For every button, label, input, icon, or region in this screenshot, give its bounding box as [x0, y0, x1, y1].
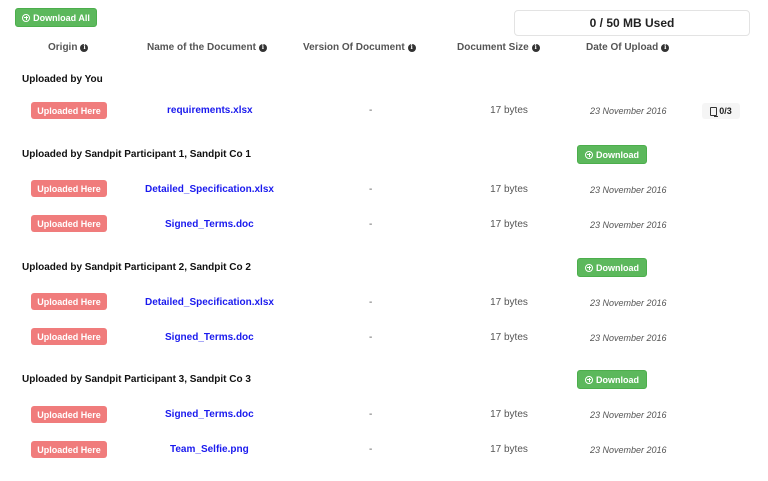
document-size: 17 bytes — [490, 219, 528, 230]
upload-date: 23 November 2016 — [590, 106, 667, 116]
download-group-label: Download — [596, 374, 639, 385]
document-version: - — [369, 444, 373, 455]
info-circle-icon: i — [80, 43, 89, 52]
document-size: 17 bytes — [490, 184, 528, 195]
origin-badge: Uploaded Here — [31, 406, 107, 423]
document-size: 17 bytes — [490, 409, 528, 420]
upload-date: 23 November 2016 — [590, 445, 667, 455]
info-circle-icon: i — [531, 43, 540, 52]
column-header-date: Date Of Upload i — [586, 42, 670, 53]
document-size: 17 bytes — [490, 105, 528, 116]
document-version: - — [369, 297, 373, 308]
info-circle-icon: i — [407, 43, 416, 52]
document-size: 17 bytes — [490, 444, 528, 455]
document-link[interactable]: Signed_Terms.doc — [165, 219, 254, 230]
column-header-name-label: Name of the Document — [147, 42, 256, 53]
origin-badge: Uploaded Here — [31, 293, 107, 310]
group-title: Uploaded by Sandpit Participant 3, Sandp… — [22, 374, 251, 385]
document-link[interactable]: requirements.xlsx — [167, 105, 253, 116]
download-group-button[interactable]: Download — [577, 258, 647, 277]
document-comment-icon — [710, 106, 719, 117]
column-header-origin: Origin i — [48, 42, 89, 53]
upload-date: 23 November 2016 — [590, 410, 667, 420]
storage-usage-text: 0 / 50 MB Used — [589, 16, 675, 30]
document-link[interactable]: Detailed_Specification.xlsx — [145, 297, 274, 308]
download-group-label: Download — [596, 149, 639, 160]
document-version: - — [369, 105, 373, 116]
column-header-origin-label: Origin — [48, 42, 78, 53]
group-title: Uploaded by You — [22, 74, 103, 85]
document-size: 17 bytes — [490, 332, 528, 343]
group-title: Uploaded by Sandpit Participant 1, Sandp… — [22, 149, 251, 160]
origin-badge: Uploaded Here — [31, 215, 107, 232]
origin-badge: Uploaded Here — [31, 180, 107, 197]
column-header-size-label: Document Size — [457, 42, 529, 53]
download-all-button[interactable]: Download All — [15, 8, 97, 27]
document-link[interactable]: Detailed_Specification.xlsx — [145, 184, 274, 195]
download-all-label: Download All — [33, 12, 90, 23]
plus-circle-icon — [585, 375, 593, 384]
plus-circle-icon — [22, 13, 31, 22]
upload-date: 23 November 2016 — [590, 185, 667, 195]
document-link[interactable]: Team_Selfie.png — [170, 444, 249, 455]
plus-circle-icon — [585, 150, 593, 159]
document-version: - — [369, 409, 373, 420]
column-header-size: Document Size i — [457, 42, 540, 53]
origin-badge: Uploaded Here — [31, 328, 107, 345]
info-circle-icon: i — [258, 43, 267, 52]
origin-badge: Uploaded Here — [31, 441, 107, 458]
upload-date: 23 November 2016 — [590, 220, 667, 230]
document-version: - — [369, 332, 373, 343]
download-group-button[interactable]: Download — [577, 145, 647, 164]
upload-date: 23 November 2016 — [590, 298, 667, 308]
comments-count: 0/3 — [719, 106, 732, 116]
document-version: - — [369, 219, 373, 230]
column-header-date-label: Date Of Upload — [586, 42, 659, 53]
download-group-button[interactable]: Download — [577, 370, 647, 389]
document-link[interactable]: Signed_Terms.doc — [165, 332, 254, 343]
origin-badge: Uploaded Here — [31, 102, 107, 119]
comments-button[interactable]: 0/3 — [702, 103, 740, 119]
storage-usage-indicator: 0 / 50 MB Used — [514, 10, 750, 36]
document-link[interactable]: Signed_Terms.doc — [165, 409, 254, 420]
download-group-label: Download — [596, 262, 639, 273]
column-header-version-label: Version Of Document — [303, 42, 405, 53]
document-size: 17 bytes — [490, 297, 528, 308]
info-circle-icon: i — [661, 43, 670, 52]
column-header-version: Version Of Document i — [303, 42, 416, 53]
document-version: - — [369, 184, 373, 195]
group-title: Uploaded by Sandpit Participant 2, Sandp… — [22, 262, 251, 273]
column-header-name: Name of the Document i — [147, 42, 267, 53]
plus-circle-icon — [585, 263, 593, 272]
upload-date: 23 November 2016 — [590, 333, 667, 343]
